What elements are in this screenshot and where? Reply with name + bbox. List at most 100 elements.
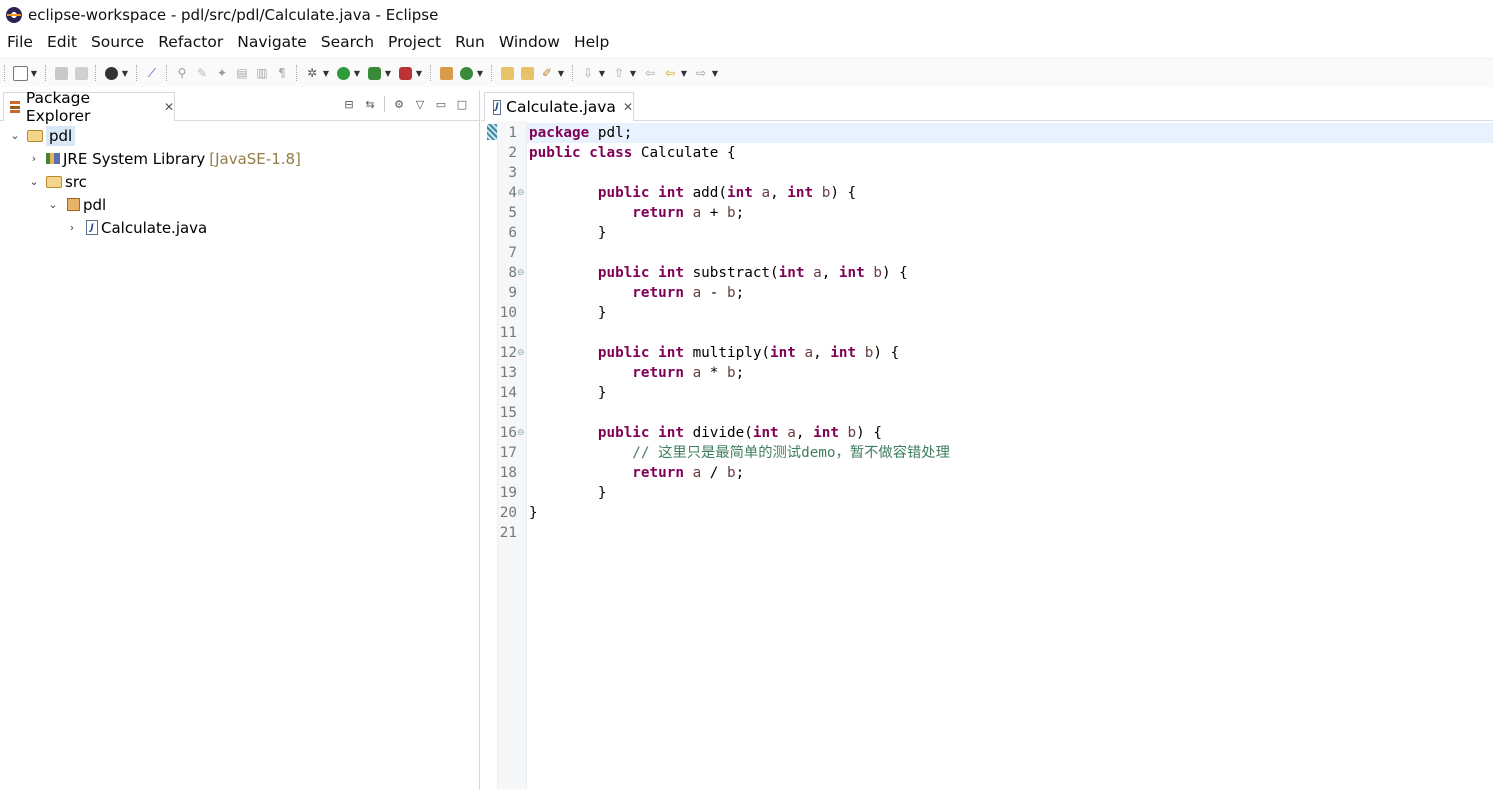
collapse-all-icon[interactable]: ⊟ (342, 97, 356, 111)
editor-area: J Calculate.java ✕ 1 2 3 4 ⊖ 5 6 7 8 ⊖ 9 10 11 12 ⊖ 13 1… (481, 90, 1493, 790)
toggle-mark-icon[interactable]: ⚲ (173, 64, 191, 82)
new-icon[interactable] (11, 64, 29, 82)
toolbar-separator (430, 65, 432, 81)
menu-source[interactable]: Source (84, 33, 151, 51)
forward-dropdown-icon[interactable]: ▼ (711, 64, 719, 82)
tree-item-src[interactable]: ⌄ src (0, 170, 479, 193)
fold-toggle-icon[interactable]: ⊖ (517, 183, 525, 203)
code-line: } (527, 303, 607, 323)
view-actions: ⊟ ⇆ ⚙ ▽ ▭ □ (342, 96, 469, 112)
fold-toggle-icon[interactable]: ⊖ (517, 343, 525, 363)
menu-refactor[interactable]: Refactor (151, 33, 230, 51)
new-dropdown-icon[interactable]: ▼ (30, 64, 38, 82)
save-icon[interactable] (52, 64, 70, 82)
expand-toggle-icon[interactable]: ⌄ (47, 198, 59, 211)
code-editor[interactable]: 1 2 3 4 ⊖ 5 6 7 8 ⊖ 9 10 11 12 ⊖ 13 14 15 16 ⊖ 17 18 19 20 21 pa… (481, 121, 1493, 789)
link-with-editor-icon[interactable]: ⇆ (363, 97, 377, 111)
code-text-area[interactable]: package pdl; public class Calculate { pub… (527, 121, 1493, 789)
run-icon[interactable] (334, 64, 352, 82)
tab-package-explorer[interactable]: Package Explorer ✕ (3, 89, 175, 125)
menu-edit[interactable]: Edit (40, 33, 84, 51)
keyword-token: public (597, 345, 650, 361)
tree-item-package-pdl[interactable]: ⌄ pdl (0, 193, 479, 216)
keyword-token: public (597, 425, 650, 441)
new-java-class-dropdown-icon[interactable]: ▼ (476, 64, 484, 82)
next-edit-icon[interactable]: ⇩ (579, 64, 597, 82)
toolbar-separator (4, 65, 6, 81)
expand-toggle-icon[interactable]: › (66, 221, 78, 234)
minimize-icon[interactable]: ▭ (434, 97, 448, 111)
edit-icon[interactable]: ✎ (193, 64, 211, 82)
keyword-token: package (529, 125, 590, 141)
tab-calculate-java[interactable]: J Calculate.java ✕ (484, 92, 634, 121)
search-dropdown-icon[interactable]: ▼ (557, 64, 565, 82)
last-edit-icon[interactable]: ⇦ (641, 64, 659, 82)
new-java-class-icon[interactable] (457, 64, 475, 82)
expand-toggle-icon[interactable]: › (28, 152, 40, 165)
tree-item-project-pdl[interactable]: ⌄ pdl (0, 124, 479, 147)
next-edit-dropdown-icon[interactable]: ▼ (598, 64, 606, 82)
save-all-icon[interactable] (72, 64, 90, 82)
skip-breakpoints-icon[interactable]: ⟋ (143, 64, 161, 82)
tree-item-jre-library[interactable]: › JRE System Library [JavaSE-1.8] (0, 147, 479, 170)
open-task-icon[interactable] (518, 64, 536, 82)
view-menu-icon[interactable]: ▽ (413, 97, 427, 111)
debug-dropdown-icon[interactable]: ▼ (322, 64, 330, 82)
close-icon[interactable]: ✕ (164, 100, 174, 114)
next-annotation-icon[interactable]: ✦ (213, 64, 231, 82)
java-file-icon: J (493, 99, 502, 115)
expand-toggle-icon[interactable]: ⌄ (28, 175, 40, 188)
debug-icon[interactable]: ✲ (303, 64, 321, 82)
code-token: divide( (683, 425, 753, 441)
comment-token: // 这里只是最简单的测试demo，暂不做容错处理 (632, 445, 950, 461)
paragraph-icon[interactable]: ¶ (273, 64, 291, 82)
parameter-token: a (692, 285, 702, 301)
new-java-package-icon[interactable] (437, 64, 455, 82)
tree-item-label: Calculate.java (101, 218, 208, 237)
code-line: // 这里只是最简单的测试demo，暂不做容错处理 (527, 443, 950, 463)
run-dropdown-icon[interactable]: ▼ (353, 64, 361, 82)
coverage-dropdown-icon[interactable]: ▼ (384, 64, 392, 82)
fold-toggle-icon[interactable]: ⊖ (517, 423, 525, 443)
tree-item-label: JRE System Library (63, 149, 206, 168)
show-whitespace-icon[interactable]: ▤ (233, 64, 251, 82)
forward-icon[interactable]: ⇨ (692, 64, 710, 82)
menu-window[interactable]: Window (492, 33, 567, 51)
block-selection-icon[interactable]: ▥ (253, 64, 271, 82)
menu-search[interactable]: Search (314, 33, 381, 51)
filter-icon[interactable]: ⚙ (392, 97, 406, 111)
keyword-token: int (658, 185, 684, 201)
parameter-token: b (727, 285, 736, 301)
back-icon[interactable]: ⇦ (661, 64, 679, 82)
coverage-icon[interactable] (365, 64, 383, 82)
close-icon[interactable]: ✕ (623, 100, 633, 114)
tree-item-decoration: [JavaSE-1.8] (209, 149, 301, 168)
code-token: Calculate { (632, 145, 736, 161)
maximize-icon[interactable]: □ (455, 97, 469, 111)
tree-item-label: pdl (83, 195, 107, 214)
menu-navigate[interactable]: Navigate (230, 33, 314, 51)
menu-file[interactable]: File (0, 33, 40, 51)
search-icon[interactable]: ✐ (538, 64, 556, 82)
menu-help[interactable]: Help (567, 33, 616, 51)
profile-dropdown-icon[interactable]: ▼ (121, 64, 129, 82)
fold-toggle-icon[interactable]: ⊖ (517, 263, 525, 283)
menu-run[interactable]: Run (448, 33, 492, 51)
parameter-token: a (813, 265, 822, 281)
expand-toggle-icon[interactable]: ⌄ (9, 129, 21, 142)
external-tools-dropdown-icon[interactable]: ▼ (415, 64, 423, 82)
external-tools-icon[interactable] (396, 64, 414, 82)
back-dropdown-icon[interactable]: ▼ (680, 64, 688, 82)
profile-icon[interactable] (102, 64, 120, 82)
open-type-icon[interactable] (498, 64, 516, 82)
prev-edit-icon[interactable]: ⇧ (610, 64, 628, 82)
line-number: 14 (499, 385, 517, 401)
view-tab-bar: Package Explorer ✕ ⊟ ⇆ ⚙ ▽ ▭ □ (0, 89, 479, 125)
code-token: , (770, 185, 788, 201)
menu-project[interactable]: Project (381, 33, 448, 51)
tree-item-calculate-java[interactable]: › J Calculate.java (0, 216, 479, 239)
prev-edit-dropdown-icon[interactable]: ▼ (629, 64, 637, 82)
